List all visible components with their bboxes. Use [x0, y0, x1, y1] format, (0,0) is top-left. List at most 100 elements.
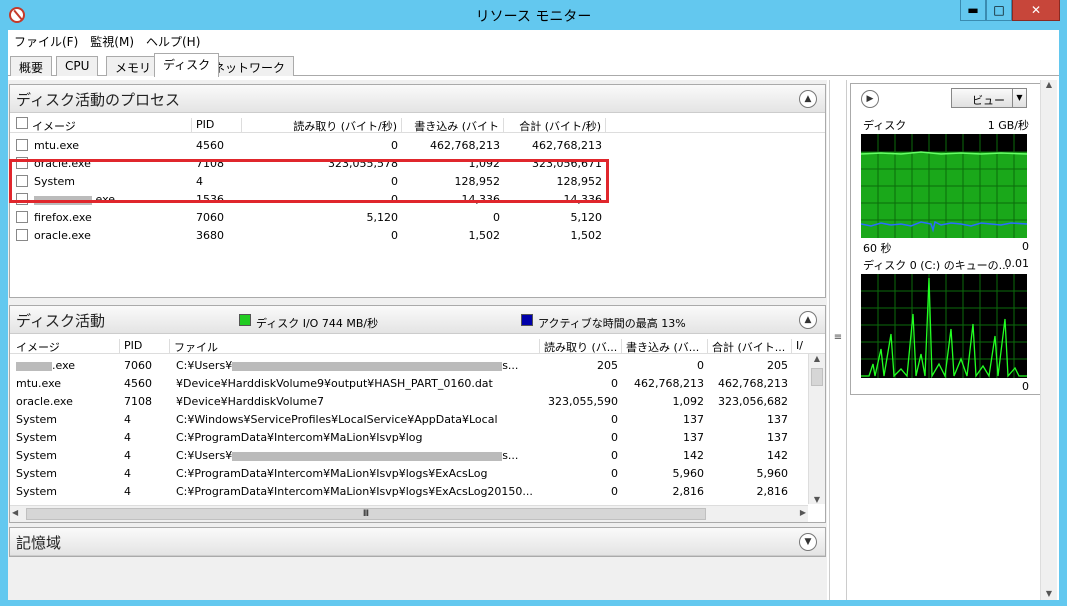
minimize-button[interactable]: ▬	[960, 0, 986, 21]
col-image[interactable]: イメージ	[16, 339, 120, 354]
activity-row[interactable]: mtu.exe 4560 ¥Device¥HarddiskVolume9¥outpu…	[10, 374, 808, 392]
process-pid: 7060	[196, 211, 224, 224]
right-pane-scrollbar[interactable]: ▲ ▼	[1040, 80, 1057, 600]
col-image[interactable]: イメージ	[32, 118, 192, 133]
process-write: 0	[493, 211, 500, 224]
col-write[interactable]: 書き込み (バイト	[404, 118, 504, 133]
queue-graph	[861, 274, 1027, 379]
process-read: 0	[391, 229, 398, 242]
dropdown-arrow-icon[interactable]: ▼	[1012, 89, 1026, 107]
activity-row[interactable]: System 4 C:¥Users¥ s... 0 142 142	[10, 446, 808, 464]
col-pid[interactable]: PID	[124, 339, 170, 354]
activity-total: 2,816	[756, 485, 789, 498]
scroll-thumb[interactable]	[811, 368, 823, 386]
disk-graph	[860, 134, 1028, 238]
tab-overview[interactable]: 概要	[10, 56, 53, 76]
activity-row[interactable]: System 4 C:¥ProgramData¥Intercom¥MaLion¥Is…	[10, 428, 808, 446]
collapse-chevron-icon[interactable]: ▲	[799, 90, 817, 108]
process-image: mtu.exe	[34, 139, 80, 152]
activity-read: 0	[611, 413, 618, 426]
select-all-checkbox[interactable]	[16, 117, 28, 129]
storage-header[interactable]: 記憶域 ▼	[10, 528, 825, 556]
view-dropdown[interactable]: ビュー ▼	[951, 88, 1027, 108]
col-total[interactable]: 合計 (バイト...	[712, 339, 792, 354]
tab-cpu[interactable]: CPU	[56, 56, 99, 76]
row-checkbox[interactable]	[16, 211, 28, 223]
splitter-grip-icon[interactable]: ≡	[830, 332, 846, 343]
activity-file: C:¥ProgramData¥Intercom¥MaLion¥Isvp¥logs…	[176, 467, 488, 480]
col-write[interactable]: 書き込み (バ...	[626, 339, 708, 354]
scroll-right-arrow-icon[interactable]: ▶	[800, 508, 806, 517]
col-read[interactable]: 読み取り (バイト/秒)	[244, 118, 402, 133]
scroll-left-arrow-icon[interactable]: ◀	[12, 508, 18, 517]
activity-file: C:¥ProgramData¥Intercom¥MaLion¥Isvp¥logs…	[176, 485, 533, 498]
row-checkbox[interactable]	[16, 229, 28, 241]
tab-disk[interactable]: ディスク	[154, 53, 220, 77]
redacted-block	[232, 451, 503, 461]
menu-monitor[interactable]: 監視(M)	[84, 30, 140, 52]
process-row[interactable]: firefox.exe 7060 5,120 0 5,120	[10, 208, 825, 226]
activity-image: System	[16, 467, 58, 480]
process-image: oracle.exe	[34, 229, 91, 242]
tab-memory[interactable]: メモリ	[106, 56, 161, 76]
activity-read: 0	[611, 485, 618, 498]
activity-write: 0	[697, 359, 704, 372]
pane-splitter[interactable]: ≡	[829, 80, 847, 600]
activity-write: 142	[683, 449, 704, 462]
expand-chevron-icon[interactable]: ▼	[799, 533, 817, 551]
process-row[interactable]: oracle.exe 3680 0 1,502 1,502	[10, 226, 825, 244]
activity-total: 205	[767, 359, 788, 372]
activity-total: 5,960	[756, 467, 789, 480]
col-pid[interactable]: PID	[196, 118, 242, 133]
col-file[interactable]: ファイル	[174, 339, 540, 354]
activity-pid: 4560	[124, 377, 152, 390]
storage-title: 記憶域	[16, 534, 62, 552]
disk-graph-label: ディスク	[863, 119, 907, 132]
activity-total: 137	[767, 431, 788, 444]
process-row[interactable]: mtu.exe 4560 0 462,768,213 462,768,213	[10, 136, 825, 154]
scroll-down-arrow-icon[interactable]: ▼	[809, 495, 825, 504]
activity-image: mtu.exe	[16, 377, 62, 390]
activity-row[interactable]: oracle.exe 7108 ¥Device¥HarddiskVolume7 323…	[10, 392, 808, 410]
activity-row[interactable]: System 4 C:¥ProgramData¥Intercom¥MaLion¥Is…	[10, 482, 808, 500]
activity-write: 2,816	[672, 485, 705, 498]
col-total[interactable]: 合計 (バイト/秒)	[506, 118, 606, 133]
row-checkbox[interactable]	[16, 139, 28, 151]
process-total: 462,768,213	[532, 139, 602, 152]
activity-row[interactable]: System 4 C:¥Windows¥ServiceProfiles¥LocalS…	[10, 410, 808, 428]
scroll-up-arrow-icon[interactable]: ▲	[809, 354, 825, 363]
disk-graph-scale: 1 GB/秒	[987, 119, 1029, 132]
title-bar[interactable]: リソース モニター ▬ □ ✕	[0, 0, 1067, 30]
col-io[interactable]: I/	[796, 339, 810, 354]
activity-read: 0	[611, 431, 618, 444]
menu-file[interactable]: ファイル(F)	[8, 30, 84, 52]
menu-help[interactable]: ヘルプ(H)	[140, 30, 206, 52]
disk-process-header[interactable]: ディスク活動のプロセス ▲	[10, 85, 825, 113]
scroll-up-arrow-icon[interactable]: ▲	[1041, 80, 1057, 89]
activity-file: ¥Device¥HarddiskVolume9¥output¥HASH_PART…	[176, 377, 493, 390]
activity-horizontal-scrollbar[interactable]: ◀ Ⅲ ▶	[10, 505, 808, 522]
horizontal-scroll-thumb[interactable]: Ⅲ	[26, 508, 706, 520]
activity-row[interactable]: .exe 7060 C:¥Users¥ s... 205 0 205	[10, 356, 808, 374]
activity-vertical-scrollbar[interactable]: ▲ ▼	[808, 354, 825, 504]
activity-pid: 4	[124, 413, 131, 426]
close-button[interactable]: ✕	[1012, 0, 1060, 21]
activity-write: 462,768,213	[634, 377, 704, 390]
queue-graph-scale: 0.01	[1004, 257, 1030, 270]
queue-graph-min: 0	[1022, 380, 1029, 393]
active-time-legend-label: アクティブな時間の最高 13%	[538, 317, 686, 330]
col-read[interactable]: 読み取り (バ...	[544, 339, 622, 354]
disk-graph-min: 0	[1022, 240, 1029, 253]
collapse-chevron-icon[interactable]: ▲	[799, 311, 817, 329]
expand-arrow-icon[interactable]: ▶	[861, 90, 879, 108]
maximize-button[interactable]: □	[986, 0, 1012, 21]
disk-graph-svg	[860, 134, 1028, 238]
activity-row[interactable]: System 4 C:¥ProgramData¥Intercom¥MaLion¥Is…	[10, 464, 808, 482]
activity-write: 137	[683, 413, 704, 426]
scroll-down-arrow-icon[interactable]: ▼	[1041, 589, 1057, 598]
activity-pid: 4	[124, 485, 131, 498]
activity-image: System	[16, 485, 58, 498]
disk-activity-header[interactable]: ディスク活動 ディスク I/O 744 MB/秒 アクティブな時間の最高 13%…	[10, 306, 825, 334]
activity-pid: 7060	[124, 359, 152, 372]
activity-file: ¥Device¥HarddiskVolume7	[176, 395, 324, 408]
